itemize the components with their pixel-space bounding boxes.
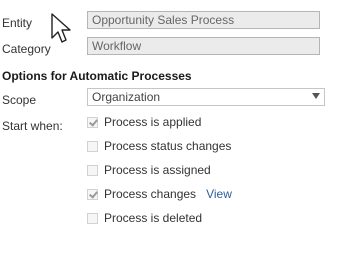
entity-field: Opportunity Sales Process	[87, 11, 320, 29]
scope-label: Scope	[2, 93, 37, 107]
checkbox-process-status-changes[interactable]	[87, 140, 98, 152]
option-process-assigned[interactable]: Process is assigned	[87, 162, 211, 178]
category-label: Category	[2, 42, 51, 56]
view-link[interactable]: View	[206, 187, 232, 201]
checkbox-process-assigned[interactable]	[87, 164, 98, 176]
option-label: Process status changes	[104, 139, 232, 153]
option-process-status-changes[interactable]: Process status changes	[87, 138, 231, 154]
mouse-pointer-icon	[51, 13, 71, 43]
option-label: Process is applied	[104, 115, 202, 129]
option-label: Process is deleted	[104, 211, 203, 225]
scope-selected-value: Organization	[92, 90, 161, 104]
scope-select[interactable]: Organization	[87, 88, 325, 106]
category-field: Workflow	[87, 37, 320, 55]
option-label: Process changes	[104, 187, 197, 201]
option-process-changes[interactable]: Process changes View	[87, 186, 232, 202]
checkbox-process-applied[interactable]	[87, 116, 98, 128]
start-when-label: Start when:	[2, 119, 63, 133]
option-process-applied[interactable]: Process is applied	[87, 114, 201, 130]
chevron-down-icon[interactable]	[312, 93, 320, 99]
checkbox-process-deleted[interactable]	[87, 212, 98, 224]
checkbox-process-changes[interactable]	[87, 188, 98, 200]
option-process-deleted[interactable]: Process is deleted	[87, 210, 202, 226]
entity-label: Entity	[2, 16, 33, 30]
option-label: Process is assigned	[104, 163, 211, 177]
section-title: Options for Automatic Processes	[2, 69, 192, 83]
